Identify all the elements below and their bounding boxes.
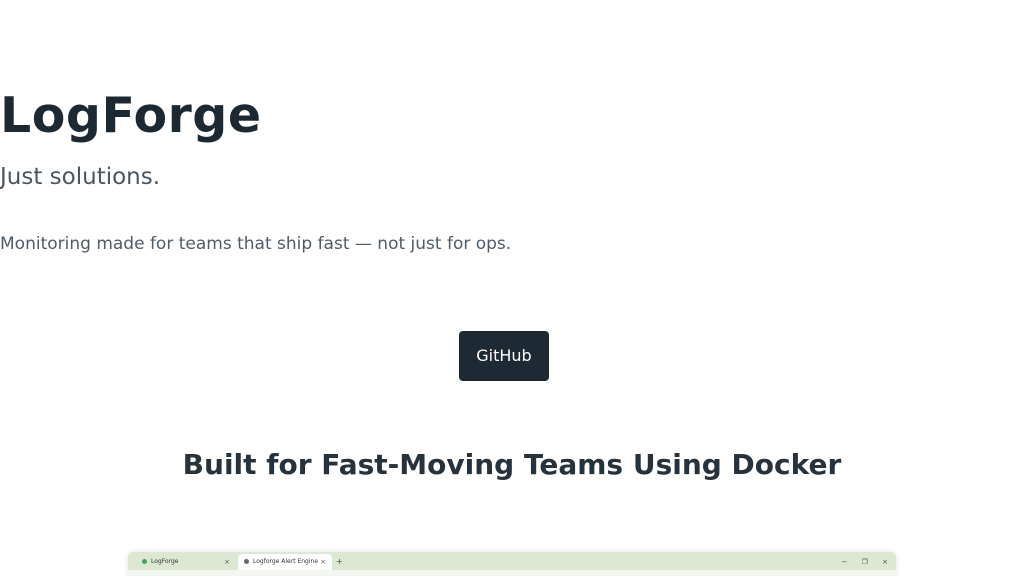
- minimize-icon: −: [841, 558, 848, 566]
- browser-screenshot-preview: LogForge × Logforge Alert Engine × + − ❐…: [128, 552, 896, 576]
- hero-description: Monitoring made for teams that ship fast…: [0, 234, 512, 254]
- github-button[interactable]: GitHub: [459, 331, 549, 381]
- close-window-icon: ×: [882, 558, 888, 566]
- close-icon: ×: [320, 558, 326, 566]
- hero-title: LogForge: [0, 87, 262, 144]
- plus-icon: +: [336, 557, 343, 566]
- preview-address-bar: [128, 570, 896, 576]
- section-title: Built for Fast-Moving Teams Using Docker: [182, 448, 842, 481]
- restore-icon: ❐: [861, 558, 868, 566]
- preview-tab-label: Logforge Alert Engine: [253, 558, 319, 565]
- preview-tab-label: LogForge: [151, 558, 179, 565]
- preview-tab: LogForge ×: [136, 554, 236, 570]
- preview-tab-bar: LogForge × Logforge Alert Engine × + − ❐…: [128, 552, 896, 570]
- landing-page: LogForge Just solutions. Monitoring made…: [0, 0, 1024, 576]
- preview-tab-active: Logforge Alert Engine ×: [238, 554, 332, 570]
- preview-window-controls: − ❐ ×: [830, 554, 889, 570]
- close-icon: ×: [224, 558, 230, 566]
- globe-icon: [244, 559, 249, 564]
- hero-tagline: Just solutions.: [0, 164, 161, 190]
- green-dot-icon: [142, 559, 147, 564]
